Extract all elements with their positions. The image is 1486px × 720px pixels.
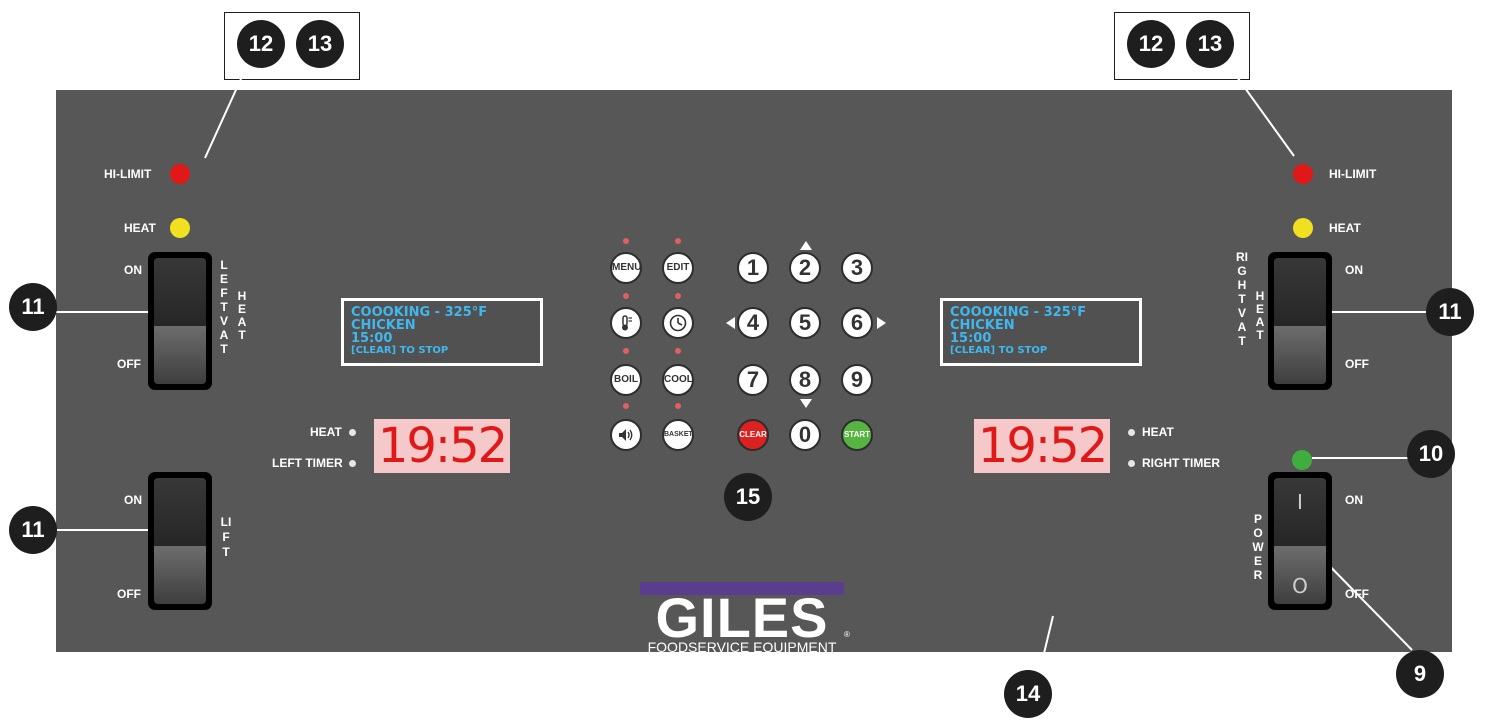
right-vat-side-label-heat: HEAT (1255, 289, 1265, 342)
left-hi-limit-label: HI-LIMIT (104, 167, 152, 181)
left-lcd-line4: [CLEAR] TO STOP (351, 345, 449, 356)
clock-indicator (675, 293, 681, 299)
sound-button[interactable] (610, 419, 642, 451)
callout-15: 15 (724, 473, 772, 521)
giles-logo: GILES FOODSERVICE EQUIPMENT (636, 580, 848, 655)
digit-3-button[interactable]: 3 (841, 252, 873, 284)
right-timer-display: 19:52 (974, 419, 1110, 473)
left-lift-switch[interactable] (148, 472, 212, 610)
clock-icon (669, 314, 687, 332)
power-on-label: ON (1345, 493, 1363, 507)
right-timer-heat-dot (1128, 429, 1135, 436)
right-vat-off-label: OFF (1345, 357, 1369, 371)
sound-indicator (623, 403, 629, 409)
right-arrow-icon (877, 317, 886, 329)
edit-button[interactable]: EDIT (662, 252, 694, 284)
down-arrow-icon (800, 399, 812, 408)
basket-button[interactable]: BASKET (662, 419, 694, 451)
left-timer-heat-dot (349, 429, 356, 436)
callout-13-right: 13 (1186, 20, 1234, 68)
left-hi-limit-led (170, 164, 190, 184)
right-vat-heat-rocker[interactable] (1274, 258, 1326, 384)
temp-indicator (623, 293, 629, 299)
digit-2-button[interactable]: 2 (789, 252, 821, 284)
right-lcd-line3: 15:00 (950, 331, 992, 346)
right-timer-heat-label: HEAT (1142, 425, 1174, 439)
digit-5-button[interactable]: 5 (789, 307, 821, 339)
cool-indicator (675, 348, 681, 354)
callout-13-left: 13 (296, 20, 344, 68)
left-heat-led (170, 218, 190, 238)
edit-indicator (675, 238, 681, 244)
left-lift-rocker[interactable] (154, 478, 206, 604)
left-lift-off-label: OFF (117, 587, 141, 601)
power-side-label: POWER (1252, 512, 1264, 582)
temperature-button[interactable] (610, 307, 642, 339)
boil-indicator (623, 348, 629, 354)
left-vat-side-label-heat: HEAT (237, 289, 247, 342)
left-heat-label: HEAT (124, 221, 156, 235)
digit-0-button[interactable]: 0 (789, 419, 821, 451)
left-lcd-display: COOOKING - 325°F CHICKEN 15:00 [CLEAR] T… (341, 298, 543, 366)
right-heat-led (1293, 218, 1313, 238)
start-button[interactable]: START (841, 419, 873, 451)
power-on-glyph: I (1297, 490, 1303, 514)
power-rocker[interactable]: I O (1274, 478, 1326, 604)
left-lift-side-label: LIFT (220, 515, 232, 559)
thermometer-icon (622, 315, 632, 331)
right-vat-on-label: ON (1345, 263, 1363, 277)
speaker-icon (619, 429, 633, 441)
callout-11-left-lift: 11 (9, 506, 57, 554)
callout-10: 10 (1407, 430, 1455, 478)
callout-12-right: 12 (1127, 20, 1175, 68)
digit-7-button[interactable]: 7 (737, 364, 769, 396)
right-lcd-line4: [CLEAR] TO STOP (950, 345, 1048, 356)
left-timer-display: 19:52 (374, 419, 510, 473)
digit-9-button[interactable]: 9 (841, 364, 873, 396)
left-vat-side-label: LEFT VAT (219, 258, 229, 356)
power-switch[interactable]: I O (1268, 472, 1332, 610)
digit-4-button[interactable]: 4 (737, 307, 769, 339)
left-vat-on-label: ON (124, 263, 142, 277)
left-vat-off-label: OFF (117, 357, 141, 371)
callout-9: 9 (1396, 650, 1444, 698)
callout-12-left: 12 (237, 20, 285, 68)
basket-indicator (675, 403, 681, 409)
right-vat-heat-switch[interactable] (1268, 252, 1332, 390)
callout-14: 14 (1004, 670, 1052, 718)
digit-6-button[interactable]: 6 (841, 307, 873, 339)
clock-button[interactable] (662, 307, 694, 339)
left-arrow-icon (726, 317, 735, 329)
power-off-glyph: O (1292, 574, 1308, 598)
left-timer-heat-label: HEAT (310, 425, 342, 439)
callout-11-left-vat: 11 (9, 283, 57, 331)
left-vat-heat-rocker[interactable] (154, 258, 206, 384)
cool-button[interactable]: COOL (662, 364, 694, 396)
menu-indicator (623, 238, 629, 244)
power-off-label: OFF (1345, 587, 1369, 601)
left-vat-heat-switch[interactable] (148, 252, 212, 390)
left-lcd-line3: 15:00 (351, 331, 393, 346)
left-lift-on-label: ON (124, 493, 142, 507)
left-timer-label: LEFT TIMER (272, 456, 343, 470)
menu-button[interactable]: MENU (610, 252, 642, 284)
digit-1-button[interactable]: 1 (737, 252, 769, 284)
right-hi-limit-led (1293, 164, 1313, 184)
right-timer-label: RIGHT TIMER (1142, 456, 1220, 470)
right-heat-label: HEAT (1329, 221, 1361, 235)
logo-subtitle: FOODSERVICE EQUIPMENT (647, 639, 837, 655)
clear-button[interactable]: CLEAR (737, 419, 769, 451)
right-vat-side-label: RIGHT VAT (1236, 250, 1248, 348)
right-hi-limit-label: HI-LIMIT (1329, 167, 1377, 181)
up-arrow-icon (800, 241, 812, 250)
digit-8-button[interactable]: 8 (789, 364, 821, 396)
right-timer-dot (1128, 460, 1135, 467)
logo-registered-mark: ® (844, 630, 850, 639)
boil-button[interactable]: BOIL (610, 364, 642, 396)
left-timer-dot (349, 460, 356, 467)
right-lcd-display: COOOKING - 325°F CHICKEN 15:00 [CLEAR] T… (940, 298, 1142, 366)
logo-brand: GILES (655, 586, 829, 649)
power-led (1292, 450, 1312, 470)
callout-11-right-vat: 11 (1426, 288, 1474, 336)
